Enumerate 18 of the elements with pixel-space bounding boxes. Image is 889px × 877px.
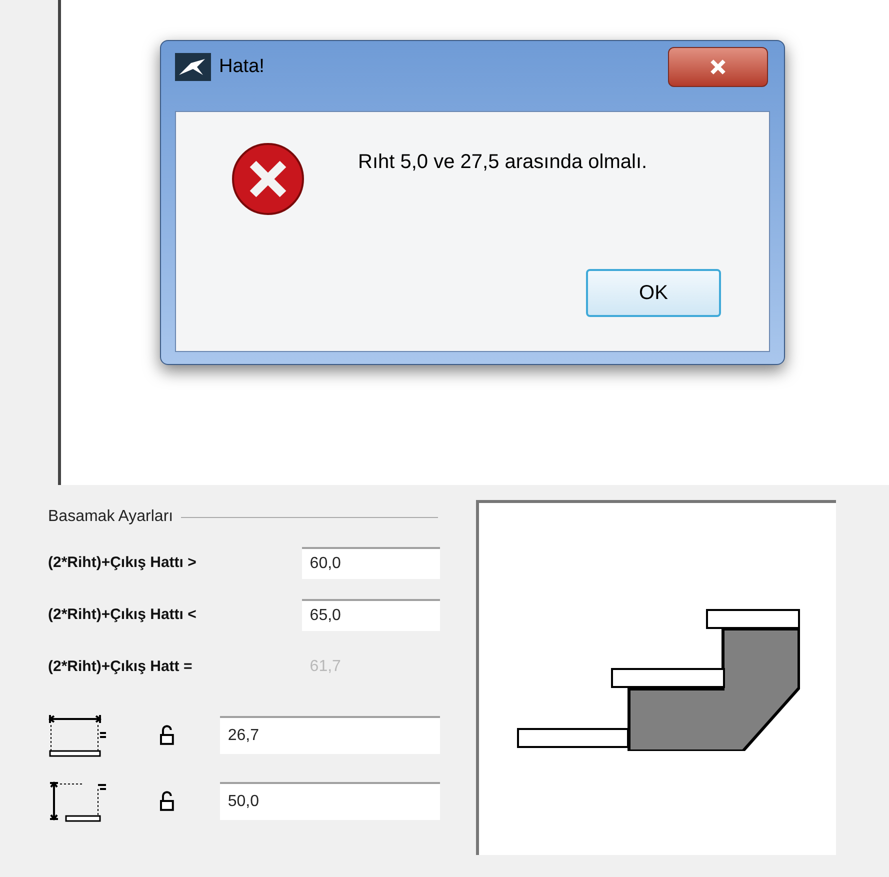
open-padlock-icon[interactable] (160, 725, 174, 745)
dialog-title: Hata! (219, 55, 264, 79)
input-field[interactable]: 26,7 (220, 716, 440, 754)
error-icon (231, 142, 305, 216)
input-field[interactable]: 50,0 (220, 782, 440, 820)
open-padlock-icon[interactable] (160, 791, 174, 811)
error-message: Rıht 5,0 ve 27,5 arasında olmalı. (358, 150, 648, 175)
input-field[interactable]: 65,0 (302, 599, 440, 631)
field-label: (2*Riht)+Çıkış Hatt = (48, 656, 194, 677)
value-readout: 61,7 (308, 657, 342, 677)
app-icon (175, 53, 211, 81)
close-button[interactable] (668, 47, 768, 87)
group-title: Basamak Ayarları (48, 507, 174, 527)
ok-button[interactable]: OK (586, 269, 721, 317)
close-icon (709, 59, 727, 75)
input-field[interactable]: 60,0 (302, 547, 440, 579)
field-label: (2*Riht)+Çıkış Hattı > (48, 552, 198, 573)
field-label: (2*Riht)+Çıkış Hattı < (48, 604, 198, 625)
